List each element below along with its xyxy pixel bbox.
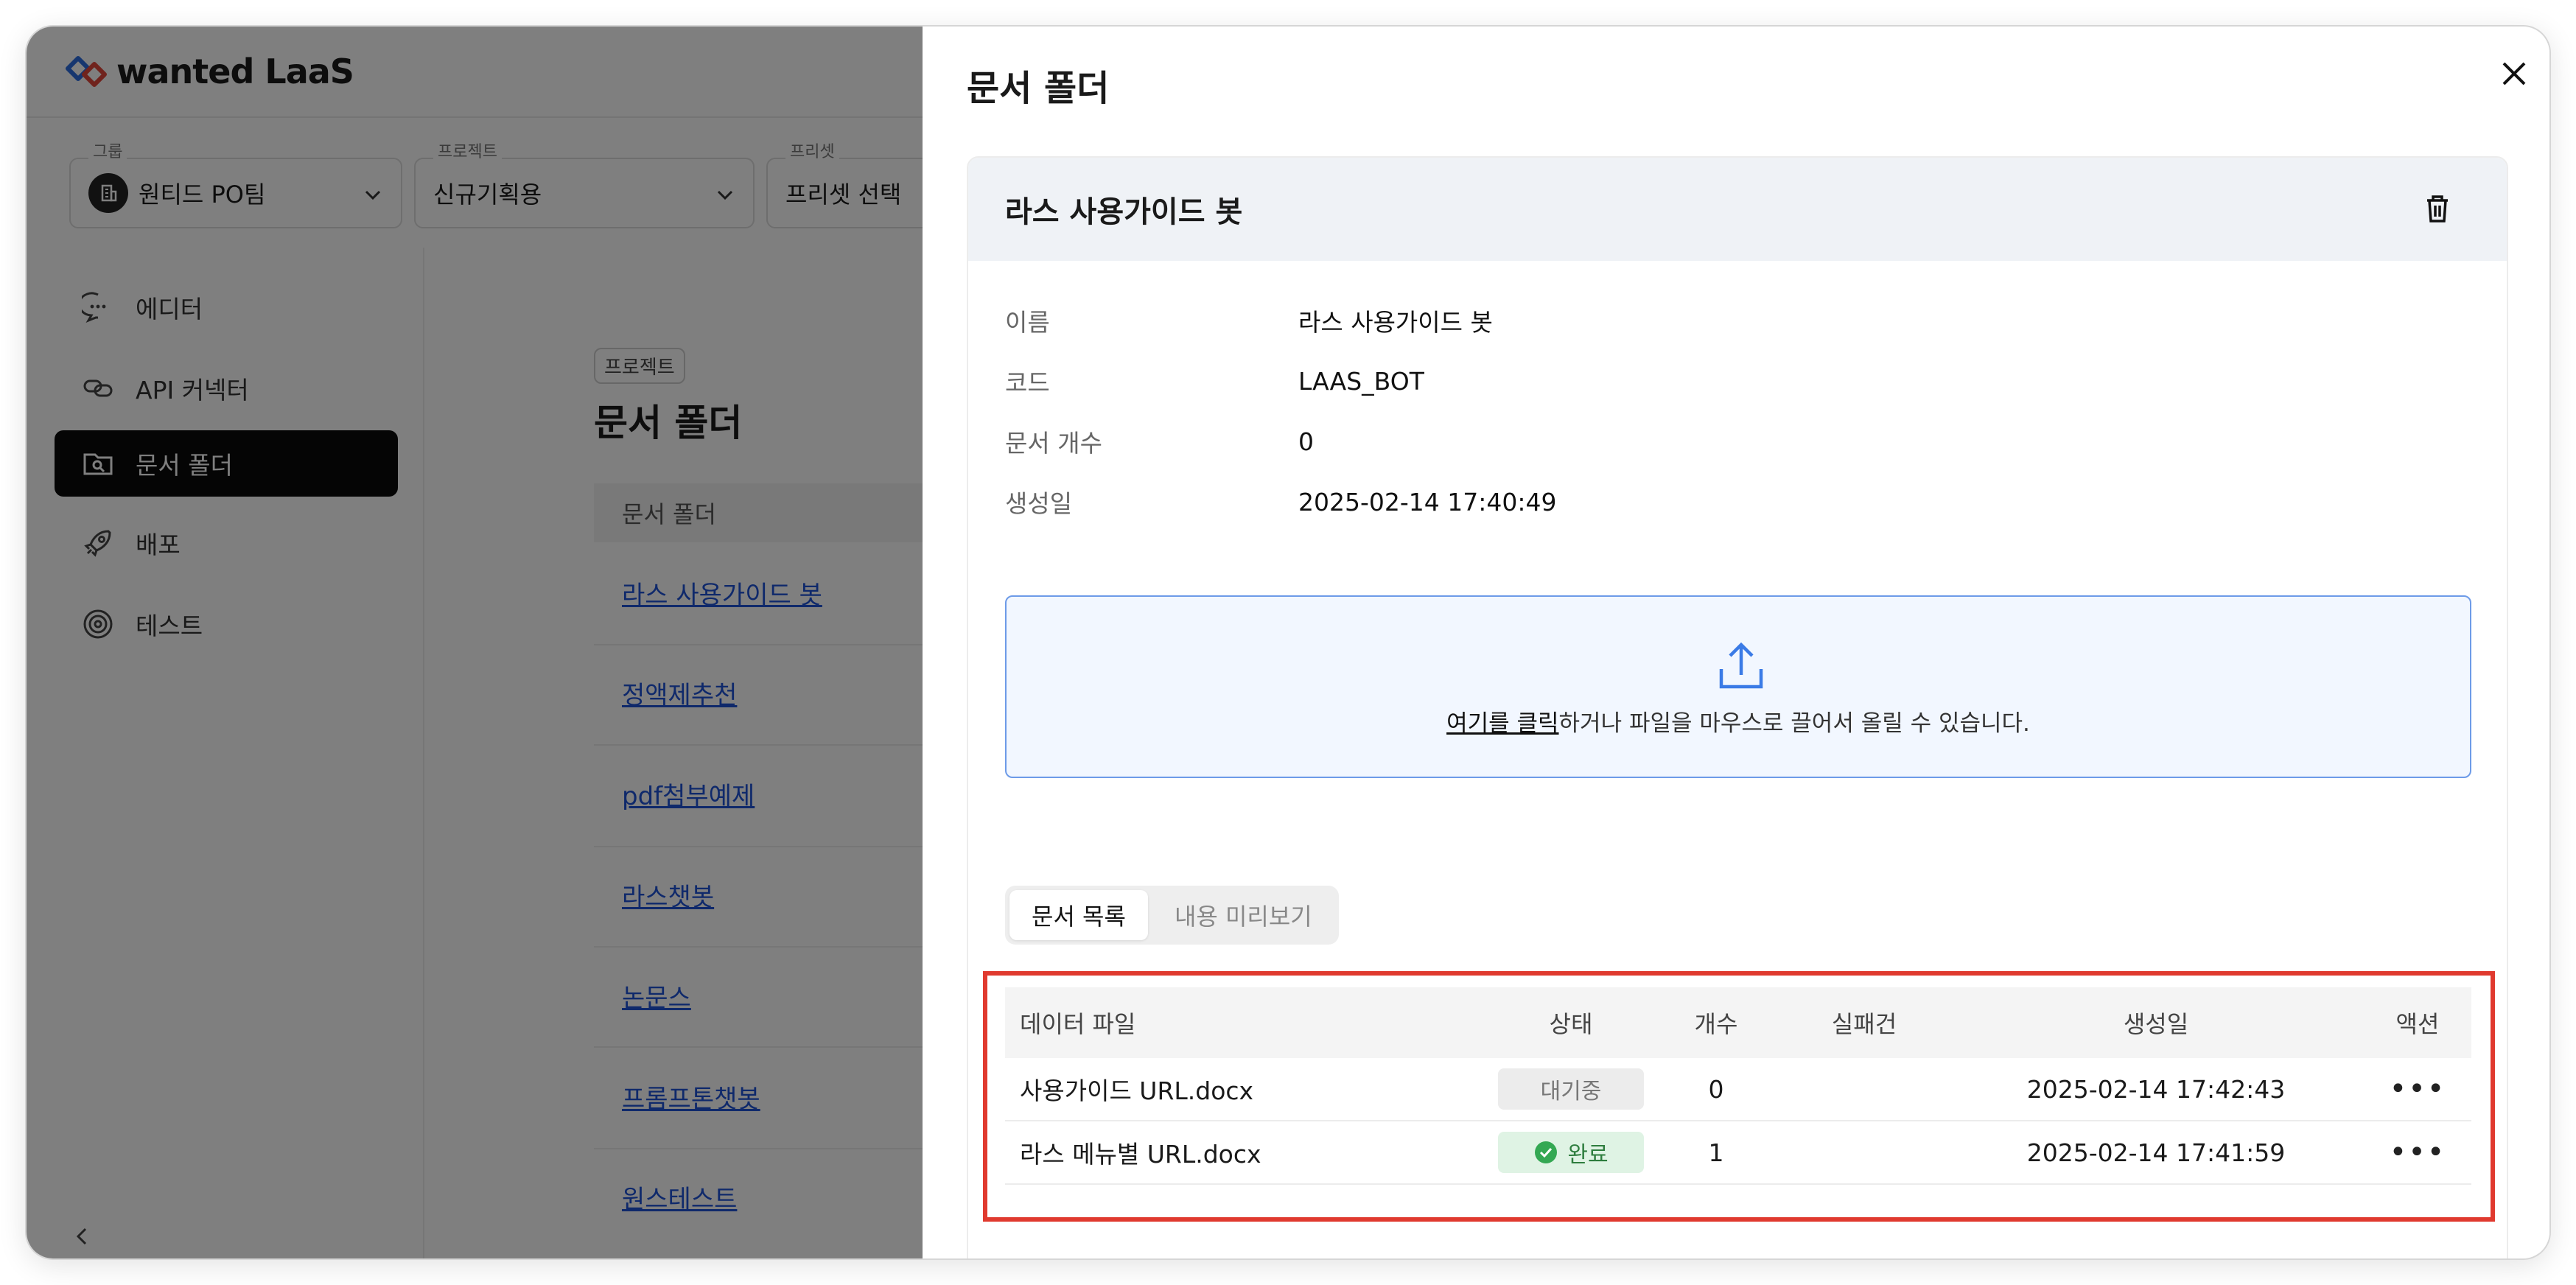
upload-instructions: 여기를 클릭하거나 파일을 마우스로 끌어서 올릴 수 있습니다. bbox=[1007, 704, 2470, 738]
doc-count: 0 bbox=[1708, 1074, 1724, 1104]
check-circle-icon bbox=[1535, 1141, 1558, 1163]
column-header: 개수 bbox=[1694, 1010, 1738, 1038]
folder-card-header: 라스 사용가이드 봇 bbox=[968, 158, 2507, 261]
more-actions-icon[interactable]: ••• bbox=[2390, 1135, 2446, 1169]
upload-hint: 하거나 파일을 마우스로 끌어서 올릴 수 있습니다. bbox=[1558, 710, 2030, 737]
file-upload-dropzone[interactable]: 여기를 클릭하거나 파일을 마우스로 끌어서 올릴 수 있습니다. bbox=[1005, 595, 2471, 778]
column-header: 생성일 bbox=[2123, 1010, 2189, 1038]
info-row: 문서 개수 0 bbox=[1005, 411, 1556, 472]
file-name: 라스 메뉴별 URL.docx bbox=[1020, 1140, 1261, 1169]
status-badge: 대기중 bbox=[1498, 1068, 1644, 1110]
column-header: 데이터 파일 bbox=[1020, 1010, 1136, 1038]
info-row: 이름 라스 사용가이드 봇 bbox=[1005, 290, 1556, 351]
trash-icon[interactable] bbox=[2420, 192, 2455, 227]
folder-card: 라스 사용가이드 봇 이름 라스 사용가이드 봇 코드 LAAS_BOT 문서 개수… bbox=[967, 156, 2508, 1258]
info-value: 0 bbox=[1298, 427, 1314, 456]
created-date: 2025-02-14 17:41:59 bbox=[2026, 1138, 2286, 1167]
view-tabs: 문서 목록 내용 미리보기 bbox=[1005, 886, 1339, 945]
info-key: 문서 개수 bbox=[1005, 429, 1102, 458]
upload-icon bbox=[1719, 642, 1763, 689]
modal-backdrop[interactable] bbox=[27, 27, 923, 1258]
close-icon[interactable] bbox=[2493, 53, 2535, 94]
info-value: 2025-02-14 17:40:49 bbox=[1298, 487, 1557, 517]
main-app: wanted LaaS 그룹 원티드 PO팀 프로젝트 신규기획용 프리셋 프리… bbox=[27, 27, 987, 1258]
more-actions-icon[interactable]: ••• bbox=[2390, 1072, 2446, 1106]
created-date: 2025-02-14 17:42:43 bbox=[2026, 1074, 2286, 1104]
info-key: 코드 bbox=[1005, 368, 1050, 397]
status-badge: 완료 bbox=[1498, 1132, 1644, 1173]
column-header: 액션 bbox=[2395, 1010, 2440, 1038]
tab-document-list[interactable]: 문서 목록 bbox=[1009, 890, 1148, 940]
info-row: 코드 LAAS_BOT bbox=[1005, 351, 1556, 411]
column-header: 실패건 bbox=[1831, 1010, 1897, 1038]
info-value: LAAS_BOT bbox=[1298, 366, 1424, 396]
column-header: 상태 bbox=[1549, 1010, 1593, 1038]
info-row: 생성일 2025-02-14 17:40:49 bbox=[1005, 472, 1556, 532]
info-key: 이름 bbox=[1005, 308, 1050, 337]
status-label: 완료 bbox=[1567, 1142, 1609, 1168]
table-header: 데이터 파일 상태 개수 실패건 생성일 액션 bbox=[1005, 987, 2471, 1058]
folder-name: 라스 사용가이드 봇 bbox=[1005, 195, 1243, 229]
info-key: 생성일 bbox=[1005, 489, 1073, 518]
folder-detail-drawer: 문서 폴더 라스 사용가이드 봇 이름 라스 사용가이드 봇 코드 LAAS_BOT… bbox=[923, 27, 2549, 1258]
file-name: 사용가이드 URL.docx bbox=[1020, 1076, 1254, 1105]
app-window: wanted LaaS 그룹 원티드 PO팀 프로젝트 신규기획용 프리셋 프리… bbox=[27, 27, 2549, 1258]
doc-count: 1 bbox=[1708, 1138, 1724, 1167]
folder-info: 이름 라스 사용가이드 봇 코드 LAAS_BOT 문서 개수 0 생성일 2025-0… bbox=[1005, 290, 1556, 532]
upload-click-link[interactable]: 여기를 클릭 bbox=[1446, 710, 1558, 737]
document-table: 데이터 파일 상태 개수 실패건 생성일 액션 사용가이드 URL.docx 대… bbox=[1005, 987, 2471, 1185]
tab-content-preview[interactable]: 내용 미리보기 bbox=[1152, 890, 1334, 940]
drawer-title: 문서 폴더 bbox=[967, 68, 1110, 109]
table-row: 사용가이드 URL.docx 대기중 0 2025-02-14 17:42:43… bbox=[1005, 1058, 2471, 1121]
info-value: 라스 사용가이드 봇 bbox=[1298, 308, 1493, 337]
table-row: 라스 메뉴별 URL.docx 완료 1 2025-02-14 17:41:59… bbox=[1005, 1121, 2471, 1185]
